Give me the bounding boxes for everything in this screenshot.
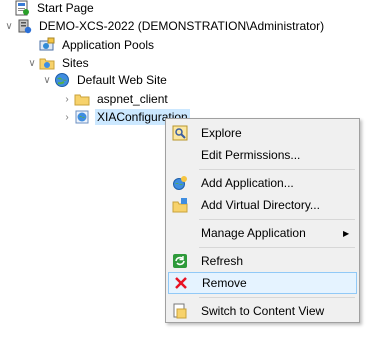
tree-item-server[interactable]: ∨ DEMO-XCS-2022 (DEMONSTRATION\Administr… — [4, 17, 326, 35]
tree-item-label: Application Pools — [62, 38, 155, 52]
menu-item-label: Explore — [201, 126, 242, 140]
tree-item-default-web-site[interactable]: ∨ Default Web Site — [42, 71, 169, 89]
menu-item-label: Add Virtual Directory... — [201, 198, 320, 212]
menu-item-label: Manage Application — [201, 226, 306, 240]
chevron-right-icon[interactable]: › — [62, 90, 72, 108]
tree-item-sites[interactable]: ∨ Sites — [27, 54, 91, 72]
web-app-icon — [74, 109, 90, 125]
menu-item-manage-application[interactable]: Manage Application ▶ — [168, 222, 357, 244]
remove-icon — [173, 275, 189, 291]
chevron-down-icon[interactable]: ∨ — [27, 54, 37, 72]
tree-item-aspnet-client[interactable]: › aspnet_client — [62, 90, 170, 108]
menu-item-label: Refresh — [201, 254, 244, 268]
sites-folder-icon — [39, 55, 55, 71]
chevron-right-icon[interactable]: › — [62, 108, 72, 126]
add-application-icon — [172, 175, 188, 191]
menu-item-label: Remove — [202, 276, 247, 290]
chevron-down-icon[interactable]: ∨ — [42, 71, 52, 89]
server-icon — [16, 18, 32, 34]
chevron-down-icon[interactable]: ∨ — [4, 17, 14, 35]
tree-item-application-pools[interactable]: Application Pools — [39, 36, 156, 54]
menu-separator — [199, 169, 355, 170]
menu-item-label: Switch to Content View — [201, 304, 325, 318]
menu-item-refresh[interactable]: Refresh — [168, 250, 357, 272]
content-view-icon — [172, 303, 188, 319]
tree-item-label: Start Page — [37, 1, 94, 15]
tree-item-label: DEMO-XCS-2022 (DEMONSTRATION\Administrat… — [39, 19, 325, 33]
folder-icon — [74, 91, 90, 107]
menu-item-edit-permissions[interactable]: Edit Permissions... — [168, 144, 357, 166]
tree-item-label: Sites — [62, 56, 89, 70]
submenu-arrow-icon: ▶ — [343, 228, 350, 238]
menu-item-add-application[interactable]: Add Application... — [168, 172, 357, 194]
app-pools-icon — [39, 37, 55, 53]
menu-separator — [199, 247, 355, 248]
menu-item-switch-to-content-view[interactable]: Switch to Content View — [168, 300, 357, 322]
menu-item-label: Add Application... — [201, 176, 294, 190]
menu-item-add-virtual-directory[interactable]: Add Virtual Directory... — [168, 194, 357, 216]
explore-icon — [172, 125, 188, 141]
menu-separator — [199, 219, 355, 220]
menu-item-label: Edit Permissions... — [201, 148, 301, 162]
refresh-icon — [172, 253, 188, 269]
add-virtual-directory-icon — [172, 197, 188, 213]
start-page-icon — [14, 0, 30, 16]
menu-separator — [199, 297, 355, 298]
tree-item-label: Default Web Site — [77, 73, 167, 87]
menu-item-remove[interactable]: Remove — [168, 272, 357, 294]
tree-item-label: aspnet_client — [97, 92, 168, 106]
globe-icon — [54, 72, 70, 88]
context-menu: Explore Edit Permissions... Add Applicat… — [165, 118, 360, 323]
tree-item-start-page[interactable]: Start Page — [14, 0, 96, 17]
menu-item-explore[interactable]: Explore — [168, 122, 357, 144]
